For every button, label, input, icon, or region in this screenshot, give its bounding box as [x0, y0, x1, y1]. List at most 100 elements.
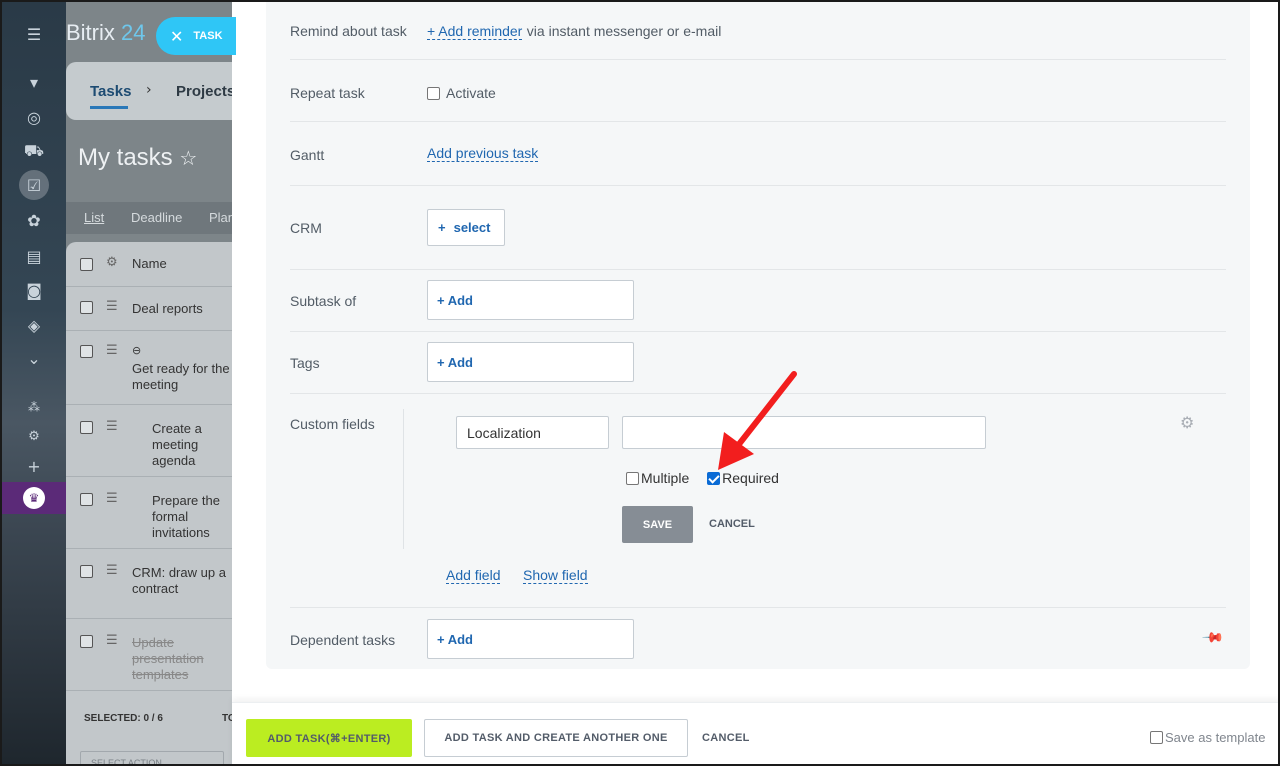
- row-checkbox[interactable]: [80, 345, 93, 358]
- menu-icon[interactable]: ☰: [22, 22, 46, 46]
- multiple-checkbox[interactable]: Multiple: [626, 470, 689, 486]
- logo: Bitrix 24: [66, 20, 146, 45]
- left-icon-rail: ☰ ▾ ◎ ⛟ ☑ ✿ ▤ ◙ ◈ ⌄ ⁂ ⚙ + ♛: [2, 2, 66, 764]
- dependent-row: Dependent tasks + Add: [290, 608, 1226, 669]
- task-title[interactable]: Update presentation templates: [132, 635, 204, 683]
- task-title[interactable]: Get ready for the meeting: [132, 361, 230, 393]
- select-label: select: [453, 220, 491, 235]
- screenshot-frame: ☰ ▾ ◎ ⛟ ☑ ✿ ▤ ◙ ◈ ⌄ ⁂ ⚙ + ♛ Bitrix 24 Ta…: [0, 0, 1280, 766]
- task-title[interactable]: Create a meeting agenda: [152, 421, 202, 469]
- table-row[interactable]: ☰ Prepare the formal invitations: [66, 476, 232, 548]
- gear-icon[interactable]: ⚙: [106, 255, 120, 270]
- table-row[interactable]: ☰ ⊖ Get ready for the meeting: [66, 330, 232, 404]
- repeat-row: Repeat task Activate: [290, 60, 1226, 122]
- subtask-row: Subtask of + Add: [290, 270, 1226, 332]
- checkbox[interactable]: [626, 472, 639, 485]
- more-icon[interactable]: ⌄: [22, 346, 46, 370]
- chevron-right-icon: ›: [146, 82, 152, 98]
- remind-label: Remind about task: [290, 23, 407, 39]
- page-title: My tasks ☆: [78, 144, 198, 171]
- select-all-checkbox[interactable]: [80, 258, 93, 271]
- add-and-create-another-button[interactable]: ADD TASK AND CREATE ANOTHER ONE: [424, 719, 688, 757]
- sites-icon[interactable]: ✿: [22, 208, 46, 232]
- task-list: ⚙ Name ☰ Deal reports ☰ ⊖ Get ready for …: [66, 242, 236, 764]
- activate-repeat-checkbox[interactable]: Activate: [427, 85, 496, 101]
- add-task-button[interactable]: ADD TASK(⌘+ENTER): [246, 719, 412, 757]
- collapse-icon[interactable]: ⊖: [132, 343, 141, 359]
- form-action-bar: ADD TASK(⌘+ENTER) ADD TASK AND CREATE AN…: [232, 702, 1278, 764]
- plus-icon[interactable]: +: [22, 454, 46, 478]
- subtask-add-button[interactable]: + Add: [427, 280, 634, 320]
- select-action-dropdown[interactable]: SELECT ACTION: [80, 751, 224, 764]
- row-checkbox[interactable]: [80, 421, 93, 434]
- table-header: ⚙ Name: [66, 242, 232, 286]
- contact-card-icon[interactable]: ▤: [22, 244, 46, 268]
- plus-icon: +: [438, 220, 446, 235]
- add-reminder-link[interactable]: + Add reminder: [427, 23, 523, 40]
- save-as-template-checkbox[interactable]: Save as template: [1150, 730, 1265, 745]
- drag-handle-icon[interactable]: ☰: [106, 563, 120, 578]
- crown-icon: ♛: [23, 487, 45, 509]
- add-previous-task-link[interactable]: Add previous task: [427, 145, 539, 162]
- gantt-row: Gantt Add previous task: [290, 122, 1226, 186]
- gear-icon[interactable]: ⚙: [1180, 413, 1194, 432]
- task-title[interactable]: CRM: draw up a contract: [132, 565, 226, 597]
- tasks-icon[interactable]: ☑: [19, 170, 49, 200]
- required-checkbox[interactable]: Required: [707, 470, 779, 486]
- task-title[interactable]: Prepare the formal invitations: [152, 493, 220, 541]
- tab-list[interactable]: List: [84, 210, 104, 225]
- row-checkbox[interactable]: [80, 565, 93, 578]
- drag-handle-icon[interactable]: ☰: [106, 633, 120, 648]
- task-slider-tab[interactable]: ✕ TASK: [156, 17, 236, 55]
- drag-handle-icon[interactable]: ☰: [106, 299, 120, 314]
- table-row[interactable]: ☰ CRM: draw up a contract: [66, 548, 232, 618]
- table-row[interactable]: ☰ Update presentation templates: [66, 618, 232, 690]
- row-checkbox[interactable]: [80, 635, 93, 648]
- box-icon[interactable]: ◈: [22, 313, 46, 337]
- nav-tasks[interactable]: Tasks: [90, 83, 131, 109]
- drag-handle-icon[interactable]: ☰: [106, 491, 120, 506]
- show-field-link[interactable]: Show field: [523, 567, 588, 584]
- dependent-add-button[interactable]: + Add: [427, 619, 634, 659]
- feed-icon[interactable]: ▾: [22, 70, 46, 94]
- robot-icon[interactable]: ◙: [22, 278, 46, 302]
- reminder-hint: via instant messenger or e-mail: [526, 23, 722, 39]
- nav-projects[interactable]: Projects: [176, 83, 235, 100]
- cancel-field-button[interactable]: CANCEL: [709, 518, 755, 530]
- remind-row: Remind about task + Add reminder via ins…: [290, 2, 1226, 60]
- checkbox-checked[interactable]: [707, 472, 721, 485]
- field-name-input[interactable]: [456, 416, 609, 449]
- checkbox[interactable]: [1150, 731, 1163, 744]
- crm-row: CRM + select: [290, 186, 1226, 270]
- checkbox[interactable]: [427, 87, 440, 100]
- table-row[interactable]: ☰ Deal reports: [66, 286, 232, 330]
- target-icon[interactable]: ◎: [22, 105, 46, 129]
- row-checkbox[interactable]: [80, 493, 93, 506]
- custom-fields-divider: [403, 409, 405, 549]
- task-title[interactable]: Deal reports: [132, 301, 203, 317]
- settings-icon[interactable]: ⚙: [22, 424, 46, 448]
- cancel-button[interactable]: CANCEL: [702, 732, 750, 744]
- repeat-label: Repeat task: [290, 85, 365, 101]
- table-footer: SELECTED: 0 / 6 TO SELECT ACTION: [66, 690, 236, 764]
- dependent-label: Dependent tasks: [290, 632, 396, 648]
- save-field-button[interactable]: SAVE: [622, 506, 693, 543]
- tags-add-button[interactable]: + Add: [427, 342, 634, 382]
- tab-deadline[interactable]: Deadline: [131, 210, 182, 225]
- table-row[interactable]: ☰ Create a meeting agenda: [66, 404, 232, 476]
- upgrade-button[interactable]: ♛: [2, 482, 66, 514]
- drag-handle-icon[interactable]: ☰: [106, 419, 120, 434]
- annotation-arrow: [718, 371, 797, 470]
- task-chip-label: TASK: [193, 30, 223, 42]
- star-icon[interactable]: ☆: [179, 146, 197, 170]
- structure-icon[interactable]: ⁂: [22, 395, 46, 419]
- add-field-link[interactable]: Add field: [446, 567, 501, 584]
- crm-select-button[interactable]: + select: [427, 209, 505, 246]
- cart-icon[interactable]: ⛟: [22, 139, 46, 163]
- top-nav: Tasks › Projects: [66, 62, 235, 120]
- field-options: Multiple Required: [626, 470, 793, 486]
- tags-label: Tags: [290, 355, 320, 371]
- row-checkbox[interactable]: [80, 301, 93, 314]
- drag-handle-icon[interactable]: ☰: [106, 343, 120, 358]
- close-icon[interactable]: ✕: [170, 27, 183, 46]
